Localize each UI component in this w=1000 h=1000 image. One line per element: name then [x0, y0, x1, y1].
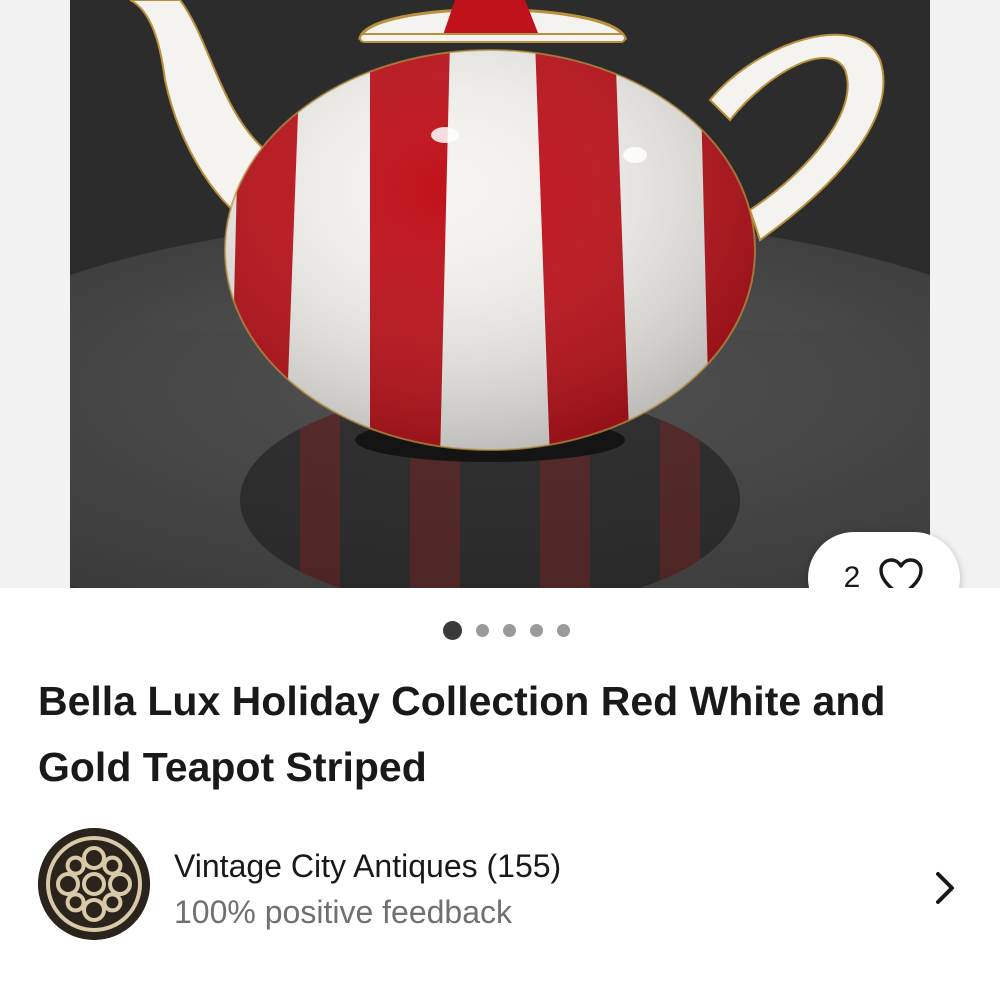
- seller-feedback: 100% positive feedback: [174, 894, 512, 930]
- chevron-right-icon[interactable]: [930, 868, 960, 908]
- product-photo[interactable]: [70, 0, 930, 588]
- rosette-logo: [38, 828, 150, 940]
- page-dot[interactable]: [556, 624, 570, 637]
- seller-avatar: [38, 828, 150, 940]
- page-dot[interactable]: [529, 624, 543, 637]
- watch-button[interactable]: 2: [808, 532, 960, 588]
- watch-count: 2: [843, 561, 861, 588]
- page-dot[interactable]: [502, 624, 516, 637]
- seller-name[interactable]: Vintage City Antiques (155): [174, 848, 561, 885]
- listing-title: Bella Lux Holiday Collection Red White a…: [38, 678, 886, 790]
- teapot-photo: [70, 0, 930, 588]
- seller-info-row[interactable]: Vintage City Antiques (155) 100% positiv…: [0, 824, 1000, 948]
- heart-icon: [879, 558, 924, 588]
- gallery-page-indicator: [6, 621, 1000, 640]
- page-dot-active[interactable]: [442, 621, 462, 640]
- image-gallery[interactable]: 2: [0, 0, 1000, 588]
- page-dot[interactable]: [475, 624, 489, 637]
